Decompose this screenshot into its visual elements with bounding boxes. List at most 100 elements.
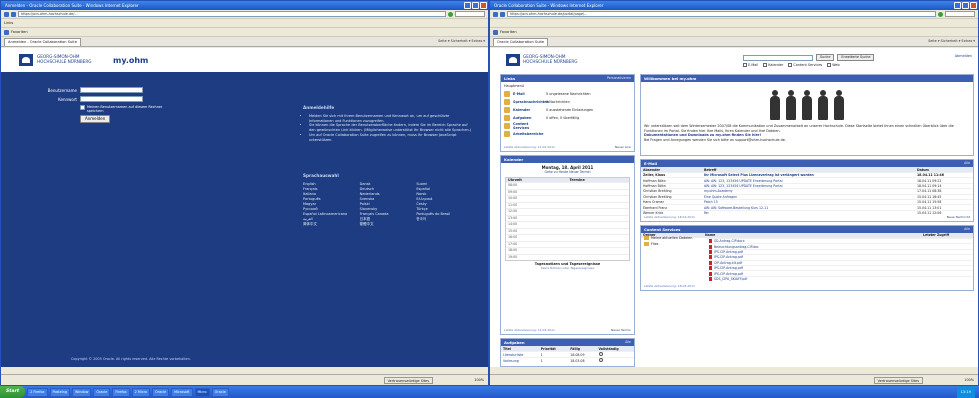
day-grid: Uhrzeit Termine 08:00 09:00 10:00 11:00 12:00… xyxy=(505,177,630,261)
start-button[interactable]: Start xyxy=(0,386,26,398)
back-icon[interactable] xyxy=(493,11,498,17)
taskbar-item[interactable]: Window xyxy=(71,387,92,397)
command-bar xyxy=(490,19,978,28)
taskbar-item[interactable]: 2 Firefox xyxy=(27,387,48,397)
filter-option[interactable]: E-Mail xyxy=(743,63,758,67)
go-icon[interactable] xyxy=(448,11,453,17)
all-link[interactable]: Alle xyxy=(964,226,970,233)
taskbar-item[interactable]: 2 Micro xyxy=(131,387,151,397)
window-title: Anmelden - Oracle Collaboration Suite - … xyxy=(5,3,139,8)
tab-active[interactable]: Oracle Collaboration Suite xyxy=(493,38,549,46)
portal-search-input[interactable] xyxy=(743,54,813,61)
link-item[interactable]: Kalender 0 ausstehende Einladungen xyxy=(501,106,634,114)
calendar-nav[interactable]: Gehe zu Heute Neuer Termin xyxy=(501,170,634,174)
hour-row[interactable]: 19:00 xyxy=(506,253,629,261)
taskbar-item[interactable]: Oracle xyxy=(152,387,170,397)
close-button[interactable] xyxy=(970,2,977,9)
new-message-link[interactable]: Neue Nachricht xyxy=(947,215,970,219)
language-link[interactable]: 简体中文 xyxy=(303,222,360,227)
address-bar-row: https://ocs.ohm-hochschule.de/portal/pag… xyxy=(490,10,978,19)
personalize-link[interactable]: Personalisieren xyxy=(607,75,631,82)
taskbar-item[interactable]: Oracle xyxy=(93,387,111,397)
portlet-title: Content Services xyxy=(644,227,681,232)
link-item[interactable]: Content Services xyxy=(501,122,634,130)
back-icon[interactable] xyxy=(4,11,9,17)
go-icon[interactable] xyxy=(938,11,943,17)
all-link[interactable]: Alle xyxy=(625,339,631,346)
zone-indicator: Vertrauenswürdige Sites xyxy=(873,377,923,384)
new-link[interactable]: Neuer Link xyxy=(615,145,631,149)
link-name[interactable]: Aufgaben xyxy=(513,116,543,120)
password-input[interactable] xyxy=(80,96,143,102)
link-item[interactable]: E-Mail 5 ungelesene Nachrichten xyxy=(501,90,634,98)
person-figure-icon xyxy=(802,90,812,120)
minimize-button[interactable] xyxy=(464,2,471,9)
ohm-logo-icon xyxy=(19,54,33,66)
forward-icon[interactable] xyxy=(11,11,16,17)
new-appointment-link[interactable]: Neuer Termin xyxy=(611,328,631,332)
taskbar-item[interactable]: Posteing xyxy=(49,387,70,397)
favorites-label[interactable]: Favoriten xyxy=(11,30,28,34)
pdf-icon xyxy=(709,271,712,276)
taskbar-item[interactable]: Micro xyxy=(194,387,210,397)
zoom-level[interactable]: 100% xyxy=(474,375,484,385)
filter-option[interactable]: Kalender xyxy=(763,63,783,67)
address-field[interactable]: https://ocs.ohm-hochschule.de/portal/pag… xyxy=(507,11,936,17)
language-link[interactable] xyxy=(416,222,473,227)
password-label: Kennwort xyxy=(58,97,77,102)
table-cell[interactable]: Re: xyxy=(701,209,915,216)
link-name[interactable]: Kalender xyxy=(513,108,543,112)
favorites-bar: Favoriten xyxy=(1,28,488,37)
page-tools[interactable]: Seite ▾ Sicherheit ▾ Extras ▾ xyxy=(928,39,975,43)
link-item[interactable]: Arbeitsbereiche xyxy=(501,130,634,138)
star-icon[interactable] xyxy=(4,29,9,35)
favorites-label[interactable]: Favoriten xyxy=(500,30,517,34)
maximize-button[interactable] xyxy=(962,2,969,9)
all-link[interactable]: Alle xyxy=(964,160,970,167)
address-field[interactable]: https://ocs.ohm-hochschule.de/... xyxy=(18,11,446,17)
page-tools[interactable]: Seite ▾ Sicherheit ▾ Extras ▾ xyxy=(438,39,485,43)
link-name[interactable]: Arbeitsbereiche xyxy=(513,132,543,136)
search-field[interactable] xyxy=(945,11,975,17)
tab-active[interactable]: Anmelden - Oracle Collaboration Suite xyxy=(4,38,81,46)
login-button[interactable]: Anmelden xyxy=(80,115,111,123)
link-name[interactable]: E-Mail xyxy=(513,92,543,96)
link-name[interactable]: Sprachnachrichten xyxy=(513,100,549,104)
pdf-icon xyxy=(709,261,712,265)
checkbox-icon xyxy=(763,63,768,67)
radio-icon[interactable] xyxy=(598,358,603,362)
username-input[interactable] xyxy=(80,87,143,93)
table-row[interactable]: Vorlesung 1 18.03.08 xyxy=(501,357,634,363)
zoom-level[interactable]: 100% xyxy=(964,375,974,385)
table-cell[interactable]: Vorlesung xyxy=(501,357,539,363)
file-name[interactable]: SDS_CIPA_SKIAFF.pdf xyxy=(707,275,925,282)
advanced-search-button[interactable]: Erweiterte Suche xyxy=(837,54,875,61)
taskbar-item[interactable]: Oracle xyxy=(211,387,229,397)
filter-option[interactable]: Content Services xyxy=(788,63,822,67)
minimize-button[interactable] xyxy=(954,2,961,9)
remember-checkbox[interactable] xyxy=(80,105,85,110)
close-button[interactable] xyxy=(480,2,487,9)
link-item[interactable]: Hauptmenü xyxy=(501,82,634,90)
logout-link[interactable]: Abmelden xyxy=(955,54,972,58)
radio-icon[interactable] xyxy=(598,352,603,356)
languages-title: Sprachauswahl xyxy=(303,173,339,178)
language-link[interactable]: 繁體中文 xyxy=(360,222,417,227)
search-field[interactable] xyxy=(455,11,485,17)
folder-item[interactable]: Files xyxy=(643,241,706,247)
forward-icon[interactable] xyxy=(500,11,505,17)
search-button[interactable]: Suche xyxy=(816,54,835,61)
filter-option[interactable]: Web xyxy=(827,63,840,67)
taskbar-item[interactable]: Firefox xyxy=(112,387,130,397)
doc-link[interactable]: Dokumentationen und Downloads zu my.ohm … xyxy=(644,133,761,137)
link-item[interactable]: Sprachnachrichten 0 Nachrichten xyxy=(501,98,634,106)
system-clock: 13:19 xyxy=(956,386,975,398)
star-icon[interactable] xyxy=(493,29,498,35)
links-label[interactable]: Links xyxy=(4,21,13,25)
maximize-button[interactable] xyxy=(472,2,479,9)
link-item[interactable]: Aufgaben 0 offen, 0 überfällig xyxy=(501,114,634,122)
table-row[interactable]: SDS_CIPA_SKIAFF.pdf18.04.11 17:00 xyxy=(707,275,973,282)
taskbar-item[interactable]: Microsoft xyxy=(171,387,193,397)
link-desc: 5 ungelesene Nachrichten xyxy=(546,92,591,96)
link-name[interactable]: Content Services xyxy=(513,122,543,130)
